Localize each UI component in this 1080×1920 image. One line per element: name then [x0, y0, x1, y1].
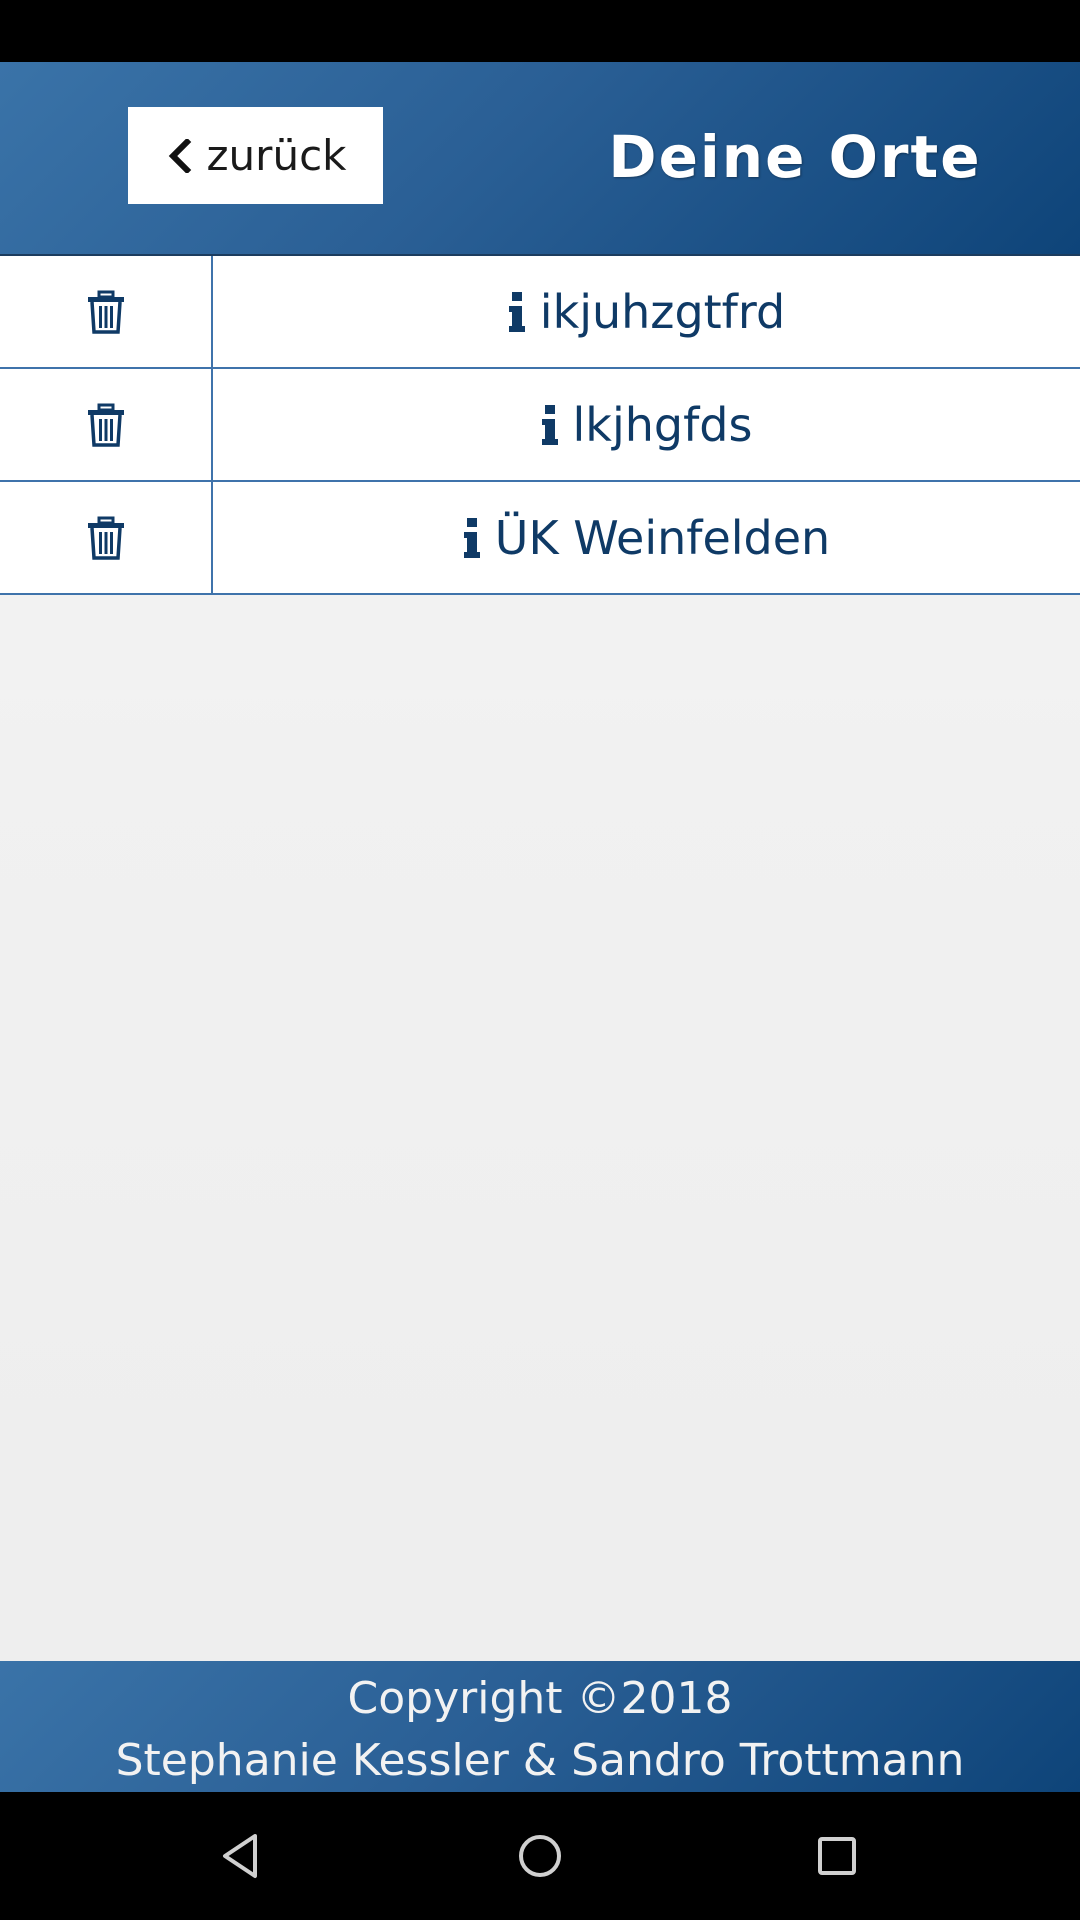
list-item: ikjuhzgtfrd — [0, 256, 1080, 369]
place-name: ikjuhzgtfrd — [539, 284, 786, 339]
list-item: lkjhgfds — [0, 369, 1080, 482]
place-link[interactable]: ikjuhzgtfrd — [213, 256, 1080, 367]
page-title: Deine Orte — [608, 123, 982, 191]
place-link[interactable]: ÜK Weinfelden — [213, 482, 1080, 593]
square-recents-icon — [818, 1837, 856, 1875]
nav-recents-button[interactable] — [795, 1814, 879, 1898]
nav-back-button[interactable] — [199, 1814, 283, 1898]
delete-button[interactable] — [0, 369, 213, 480]
list-item: ÜK Weinfelden — [0, 482, 1080, 595]
system-nav-bar — [0, 1792, 1080, 1920]
info-icon — [508, 291, 525, 332]
status-bar — [0, 0, 1080, 62]
authors-text: Stephanie Kessler & Sandro Trottmann — [115, 1735, 965, 1786]
circle-home-icon — [519, 1835, 561, 1877]
back-button-label: zurück — [206, 131, 347, 180]
header: zurück Deine Orte — [0, 62, 1080, 256]
app-screen: zurück Deine Orte ikjuhzgtfrd lkjhgfds Ü… — [0, 62, 1080, 1792]
place-name: ÜK Weinfelden — [494, 510, 831, 565]
back-button[interactable]: zurück — [128, 107, 383, 204]
footer: Copyright ©2018 Stephanie Kessler & Sand… — [0, 1661, 1080, 1792]
chevron-left-icon — [168, 138, 191, 173]
nav-home-button[interactable] — [498, 1814, 582, 1898]
trash-icon — [87, 290, 124, 334]
copyright-text: Copyright ©2018 — [347, 1673, 733, 1724]
delete-button[interactable] — [0, 256, 213, 367]
info-icon — [541, 404, 558, 445]
trash-icon — [87, 516, 124, 560]
delete-button[interactable] — [0, 482, 213, 593]
info-icon — [463, 517, 480, 558]
places-list: ikjuhzgtfrd lkjhgfds ÜK Weinfelden — [0, 256, 1080, 595]
triangle-back-icon — [223, 1834, 257, 1878]
place-link[interactable]: lkjhgfds — [213, 369, 1080, 480]
trash-icon — [87, 403, 124, 447]
place-name: lkjhgfds — [572, 397, 753, 452]
